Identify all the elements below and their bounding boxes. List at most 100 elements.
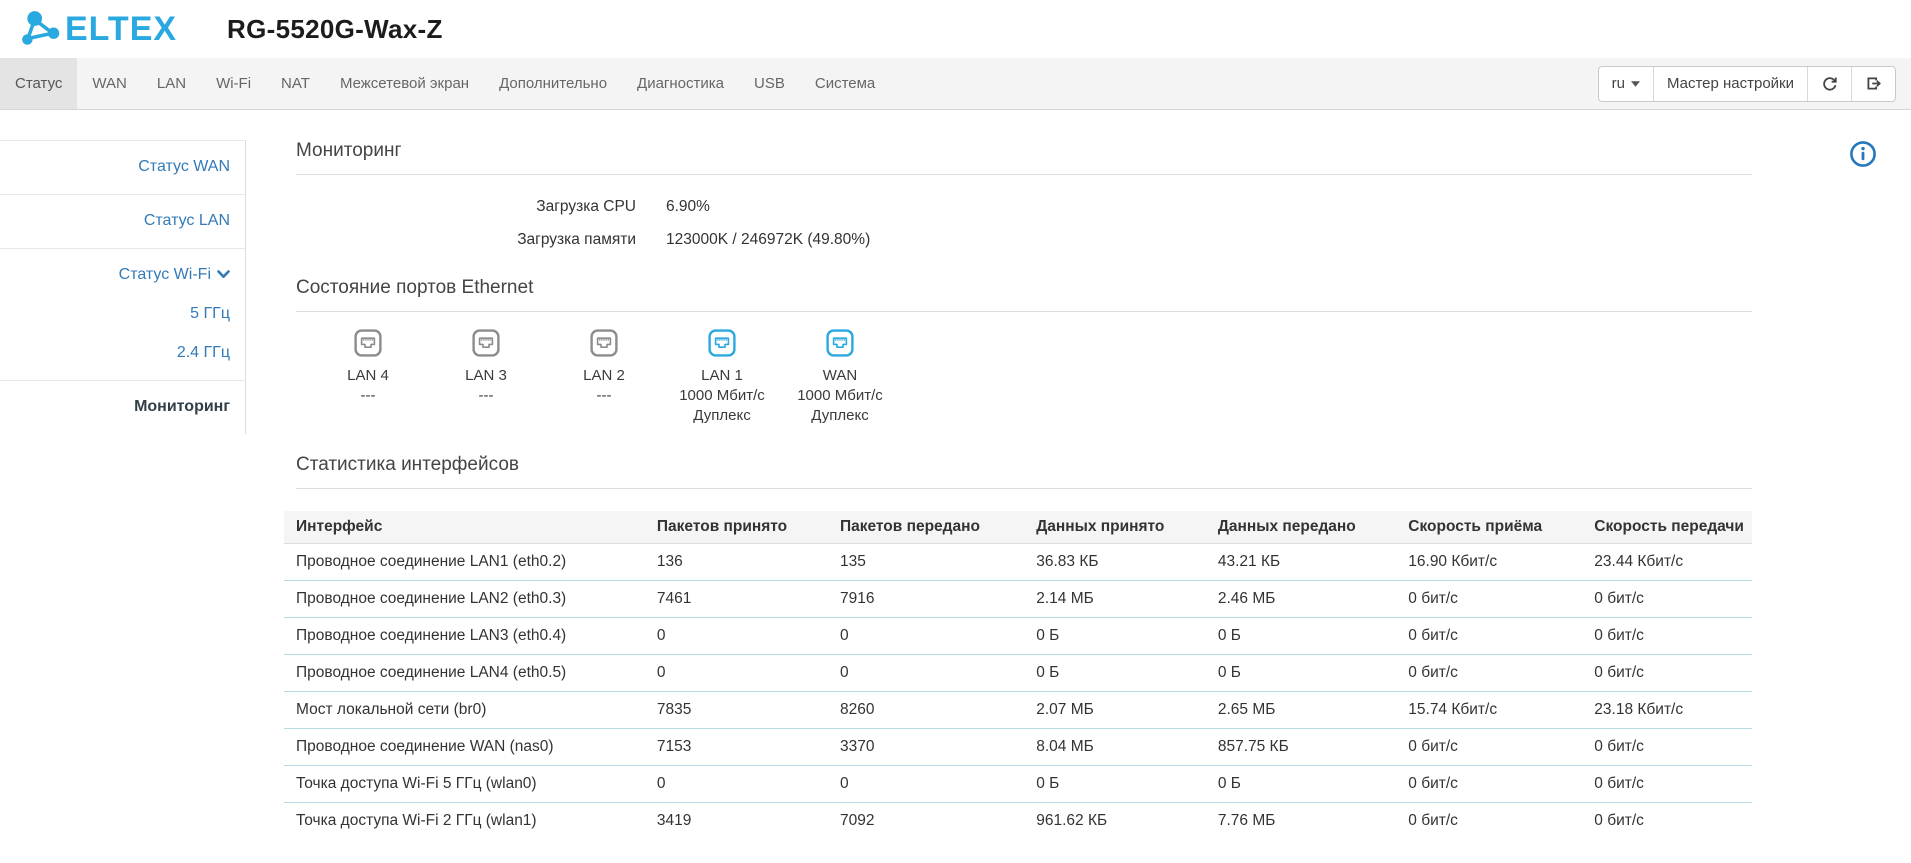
sidebar-subitem-wifi-5ghz[interactable]: 5 ГГц <box>15 305 230 323</box>
table-cell: 2.65 МБ <box>1206 692 1396 729</box>
tab-usb[interactable]: USB <box>739 58 800 109</box>
logout-button[interactable] <box>1851 67 1895 101</box>
sidebar-item-monitoring[interactable]: Мониторинг <box>0 380 245 434</box>
tab-system[interactable]: Система <box>800 58 890 109</box>
eltex-logo: ELTEX <box>20 9 177 49</box>
port-name: LAN 2 <box>545 366 663 386</box>
port-status-line: Дуплекс <box>663 406 781 426</box>
table-cell: 0 бит/с <box>1396 581 1582 618</box>
table-cell: 2.46 МБ <box>1206 581 1396 618</box>
table-cell: 0 Б <box>1206 766 1396 803</box>
monitoring-info: Загрузка CPU 6.90% Загрузка памяти 12300… <box>296 198 1752 249</box>
table-cell: 0 <box>828 766 1024 803</box>
refresh-button[interactable] <box>1807 67 1851 101</box>
table-cell: 0 бит/с <box>1396 766 1582 803</box>
table-cell: 857.75 КБ <box>1206 729 1396 766</box>
table-cell: 7916 <box>828 581 1024 618</box>
refresh-icon <box>1821 75 1838 92</box>
ethernet-ports: LAN 4---LAN 3---LAN 2---LAN 11000 Мбит/с… <box>309 329 1752 426</box>
table-cell: 0 Б <box>1024 766 1206 803</box>
sidebar-subitem-wifi-2-4ghz[interactable]: 2.4 ГГц <box>15 344 230 362</box>
table-cell: 7153 <box>645 729 828 766</box>
sidebar-item-status-lan[interactable]: Статус LAN <box>0 194 245 248</box>
table-cell: 0 Б <box>1024 618 1206 655</box>
tab-wifi[interactable]: Wi-Fi <box>201 58 266 109</box>
ethernet-port-icon <box>826 329 854 357</box>
cpu-load-value: 6.90% <box>666 198 710 216</box>
stats-body: Проводное соединение LAN1 (eth0.2)136135… <box>284 544 1752 840</box>
table-cell: 0 Б <box>1024 655 1206 692</box>
memory-load-value: 123000K / 246972K (49.80%) <box>666 231 870 249</box>
port-status-line: --- <box>545 386 663 406</box>
table-cell: 0 бит/с <box>1396 729 1582 766</box>
sidebar-item-label: Статус LAN <box>144 212 230 229</box>
table-row: Проводное соединение LAN2 (eth0.3)746179… <box>284 581 1752 618</box>
table-cell: 0 Б <box>1206 655 1396 692</box>
port-wan: WAN1000 Мбит/сДуплекс <box>781 329 899 426</box>
port-name: LAN 1 <box>663 366 781 386</box>
info-icon[interactable] <box>1849 140 1877 173</box>
table-cell: 0 Б <box>1206 618 1396 655</box>
port-status-line: 1000 Мбит/с <box>663 386 781 406</box>
main-content: Мониторинг Загрузка CPU 6.90% Загрузка п… <box>246 110 1911 863</box>
table-cell: 0 бит/с <box>1582 729 1752 766</box>
ethernet-port-icon <box>472 329 500 357</box>
table-cell: 0 бит/с <box>1582 803 1752 840</box>
table-row: Мост локальной сети (br0)783582602.07 МБ… <box>284 692 1752 729</box>
tab-lan[interactable]: LAN <box>142 58 201 109</box>
table-cell: 7461 <box>645 581 828 618</box>
setup-wizard-button[interactable]: Мастер настройки <box>1653 67 1807 101</box>
port-lan3: LAN 3--- <box>427 329 545 426</box>
table-cell: Проводное соединение WAN (nas0) <box>284 729 645 766</box>
table-row: Проводное соединение LAN3 (eth0.4)000 Б0… <box>284 618 1752 655</box>
eltex-logo-icon <box>20 9 62 49</box>
table-cell: 0 бит/с <box>1582 618 1752 655</box>
ethernet-port-icon <box>590 329 618 357</box>
sidebar-item-label: Статус WAN <box>138 158 230 175</box>
content-layout: Статус WAN Статус LAN Статус Wi-Fi 5 ГГц 2.4… <box>0 110 1911 863</box>
ethernet-port-icon <box>354 329 382 357</box>
section-title-ethernet-ports: Состояние портов Ethernet <box>296 277 1752 312</box>
table-cell: Точка доступа Wi-Fi 5 ГГц (wlan0) <box>284 766 645 803</box>
table-cell: 0 бит/с <box>1582 581 1752 618</box>
table-row: Точка доступа Wi-Fi 2 ГГц (wlan1)3419709… <box>284 803 1752 840</box>
table-cell: 135 <box>828 544 1024 581</box>
section-title-monitoring: Мониторинг <box>296 140 1752 175</box>
tab-nat[interactable]: NAT <box>266 58 325 109</box>
table-cell: 0 бит/с <box>1582 655 1752 692</box>
table-cell: 36.83 КБ <box>1024 544 1206 581</box>
section-title-interface-stats: Статистика интерфейсов <box>296 454 1752 489</box>
table-cell: 0 <box>645 618 828 655</box>
sidebar-item-label: Статус Wi-Fi <box>119 266 211 283</box>
tab-status[interactable]: Статус <box>0 58 77 109</box>
table-cell: 7.76 МБ <box>1206 803 1396 840</box>
sidebar-item-status-wifi[interactable]: Статус Wi-Fi 5 ГГц 2.4 ГГц <box>0 248 245 380</box>
language-select[interactable]: ru <box>1599 67 1653 101</box>
column-header-5: Скорость приёма <box>1396 511 1582 544</box>
table-cell: 0 бит/с <box>1396 803 1582 840</box>
column-header-4: Данных передано <box>1206 511 1396 544</box>
table-cell: Точка доступа Wi-Fi 2 ГГц (wlan1) <box>284 803 645 840</box>
tab-firewall[interactable]: Межсетевой экран <box>325 58 484 109</box>
port-status-line: 1000 Мбит/с <box>781 386 899 406</box>
port-name: LAN 3 <box>427 366 545 386</box>
sidebar-item-label: Мониторинг <box>134 398 230 415</box>
table-row: Проводное соединение WAN (nas0)715333708… <box>284 729 1752 766</box>
port-status-line: --- <box>427 386 545 406</box>
table-row: Проводное соединение LAN1 (eth0.2)136135… <box>284 544 1752 581</box>
table-cell: Проводное соединение LAN2 (eth0.3) <box>284 581 645 618</box>
table-cell: 23.18 Кбит/с <box>1582 692 1752 729</box>
stats-header-row: ИнтерфейсПакетов принятоПакетов передано… <box>284 511 1752 544</box>
table-cell: 16.90 Кбит/с <box>1396 544 1582 581</box>
memory-load-row: Загрузка памяти 123000K / 246972K (49.80… <box>296 231 1752 249</box>
interface-stats-table: ИнтерфейсПакетов принятоПакетов передано… <box>284 511 1752 839</box>
tab-wan[interactable]: WAN <box>77 58 141 109</box>
sidebar-item-status-wan[interactable]: Статус WAN <box>0 140 245 194</box>
nav-tabs: СтатусWANLANWi-FiNATМежсетевой экранДопо… <box>0 58 890 109</box>
port-lan1: LAN 11000 Мбит/сДуплекс <box>663 329 781 426</box>
table-cell: 961.62 КБ <box>1024 803 1206 840</box>
column-header-2: Пакетов передано <box>828 511 1024 544</box>
tab-diagnostics[interactable]: Диагностика <box>622 58 739 109</box>
tab-advanced[interactable]: Дополнительно <box>484 58 622 109</box>
port-lan4: LAN 4--- <box>309 329 427 426</box>
